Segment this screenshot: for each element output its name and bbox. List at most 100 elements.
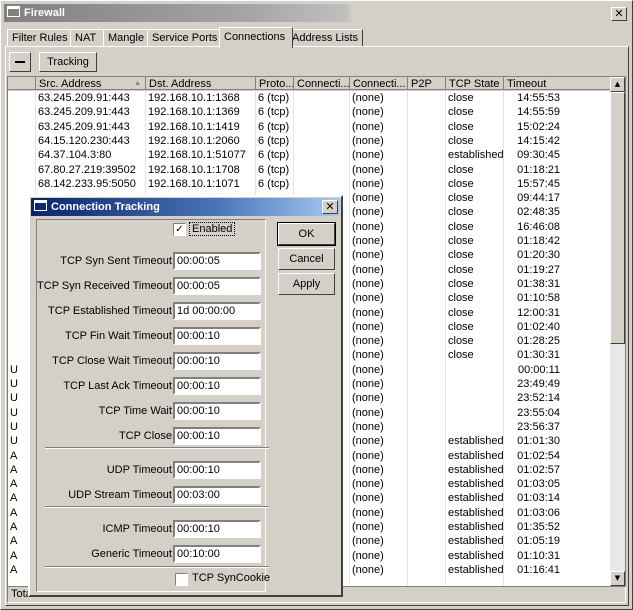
cell-timeout: 01:01:30 — [517, 435, 560, 448]
tracking-label: Tracking — [47, 56, 89, 68]
cancel-button[interactable]: Cancel — [278, 248, 335, 270]
vertical-scrollbar[interactable]: ▲ ▼ — [610, 77, 625, 586]
dialog-titlebar[interactable]: Connection Tracking — [31, 198, 340, 216]
table-row[interactable]: 63.245.209.91:443 192.168.10.1:1368 6 (tcp… — [8, 91, 611, 105]
cell-proto: 6 (tcp) — [258, 92, 290, 104]
cell-timeout: 01:30:31 — [517, 349, 560, 362]
cell-timeout: 14:55:59 — [517, 106, 560, 119]
tab-mangle[interactable]: Mangle — [103, 29, 151, 47]
cell-timeout: 09:30:45 — [517, 149, 560, 162]
timeout-input[interactable] — [173, 520, 261, 538]
cell-timeout: 16:46:08 — [517, 220, 560, 233]
timeout-input[interactable] — [173, 252, 261, 270]
column-header-p2p[interactable]: P2P — [408, 77, 446, 90]
settings-frame: ✓ Enabled TCP Syn Sent Timeout: TCP Syn R… — [36, 219, 270, 592]
cell-state: established — [448, 521, 503, 533]
cell-dst: 192.168.10.1:51077 — [148, 149, 246, 162]
field-label: TCP Time Wait: — [98, 405, 175, 417]
menu-button[interactable] — [9, 52, 31, 72]
scroll-up-button[interactable]: ▲ — [610, 77, 625, 92]
cell-state: close — [448, 335, 474, 348]
column-label: Dst. Address — [149, 78, 212, 90]
cell-c2: (none) — [352, 192, 384, 205]
tracking-button[interactable]: Tracking — [39, 52, 97, 72]
cell-timeout: 01:20:30 — [517, 249, 560, 262]
dialog-close-button[interactable]: ✕ — [322, 200, 338, 214]
tab-label: Address Lists — [292, 32, 359, 44]
scroll-thumb[interactable] — [610, 92, 625, 344]
cell-flag — [8, 120, 35, 134]
window-titlebar[interactable]: Firewall — [4, 4, 627, 22]
column-label: Connecti... — [353, 78, 406, 90]
cell-c2: (none) — [352, 320, 384, 333]
column-header-src-address[interactable]: Src. Address ▲ — [36, 77, 146, 90]
tab-label: Mangle — [108, 32, 145, 44]
apply-button[interactable]: Apply — [278, 273, 335, 295]
table-row[interactable]: 63.245.209.91:443 192.168.10.1:1369 6 (tcp… — [8, 105, 611, 119]
table-row[interactable]: 67.80.27.219:39502 192.168.10.1:1708 6 (tc… — [8, 163, 611, 177]
syncookie-label: TCP SynCookie — [192, 572, 271, 584]
timeout-input[interactable] — [173, 327, 261, 345]
column-header-connection-type[interactable]: Connecti... — [294, 77, 350, 90]
cell-timeout: 01:03:06 — [517, 506, 560, 519]
cell-timeout: 01:10:31 — [517, 549, 560, 562]
field-label: TCP Fin Wait Timeout: — [64, 330, 175, 342]
cell-timeout: 01:18:42 — [517, 235, 560, 247]
tab-label: Connections — [224, 31, 286, 43]
cell-state: close — [448, 220, 474, 233]
syncookie-checkbox[interactable] — [175, 573, 188, 586]
cell-state: close — [448, 206, 474, 219]
cell-dst: 192.168.10.1:1368 — [148, 92, 240, 104]
timeout-input[interactable] — [173, 377, 261, 395]
cell-timeout: 01:03:14 — [517, 492, 560, 505]
cell-dst: 192.168.10.1:1419 — [148, 120, 240, 133]
cell-proto: 6 (tcp) — [258, 120, 290, 133]
enabled-checkbox[interactable]: ✓ — [173, 223, 186, 236]
timeout-input[interactable] — [173, 461, 261, 479]
cell-state: established — [448, 506, 503, 519]
cell-c2: (none) — [352, 521, 384, 533]
cell-state: close — [448, 92, 474, 104]
column-header-timeout[interactable]: Timeout — [504, 77, 611, 90]
column-label: Timeout — [507, 78, 547, 90]
scroll-down-button[interactable]: ▼ — [610, 571, 625, 586]
cell-state: established — [448, 535, 503, 548]
separator — [45, 506, 269, 508]
tab-connections[interactable]: Connections — [219, 27, 293, 48]
timeout-input[interactable] — [173, 302, 261, 320]
tab-filter-rules[interactable]: Filter Rules — [7, 29, 72, 47]
column-header-flags[interactable] — [8, 77, 36, 90]
cell-state: established — [448, 435, 503, 448]
cell-timeout: 09:44:17 — [517, 192, 560, 205]
timeout-input[interactable] — [173, 486, 261, 504]
table-row[interactable]: 64.37.104.3:80 192.168.10.1:51077 6 (tcp) (… — [8, 148, 611, 162]
tab-nat[interactable]: NAT — [70, 29, 105, 47]
timeout-input[interactable] — [173, 352, 261, 370]
arrow-down-icon: ▼ — [614, 574, 621, 582]
table-row[interactable]: 63.245.209.91:443 192.168.10.1:1419 6 (tcp… — [8, 120, 611, 134]
tab-service-ports[interactable]: Service Ports — [147, 29, 223, 47]
column-header-connection-mark[interactable]: Connecti... — [350, 77, 408, 90]
cell-proto: 6 (tcp) — [258, 163, 290, 176]
cell-c2: (none) — [352, 120, 384, 133]
timeout-input[interactable] — [173, 402, 261, 420]
table-row[interactable]: 64.15.120.230:443 192.168.10.1:2060 6 (tcp… — [8, 134, 611, 148]
cell-c2: (none) — [352, 106, 384, 119]
cell-state: close — [448, 263, 474, 276]
timeout-input[interactable] — [173, 277, 261, 295]
separator — [45, 447, 269, 449]
cell-state: close — [448, 177, 474, 190]
column-header-tcp-state[interactable]: TCP State — [446, 77, 504, 90]
timeout-input[interactable] — [173, 427, 261, 445]
window-close-button[interactable]: ✕ — [611, 7, 627, 21]
cell-c2: (none) — [352, 378, 384, 390]
ok-button[interactable]: OK — [277, 222, 336, 246]
column-header-protocol[interactable]: Proto... — [256, 77, 294, 90]
cell-dst: 192.168.10.1:1708 — [148, 163, 240, 176]
table-row[interactable]: 68.142.233.95:5050 192.168.10.1:1071 6 (tc… — [8, 177, 611, 191]
cell-timeout: 01:02:54 — [517, 449, 560, 462]
tab-address-lists[interactable]: Address Lists — [287, 29, 363, 47]
column-header-dst-address[interactable]: Dst. Address — [146, 77, 256, 90]
timeout-input[interactable] — [173, 545, 261, 563]
cell-state — [446, 377, 503, 391]
